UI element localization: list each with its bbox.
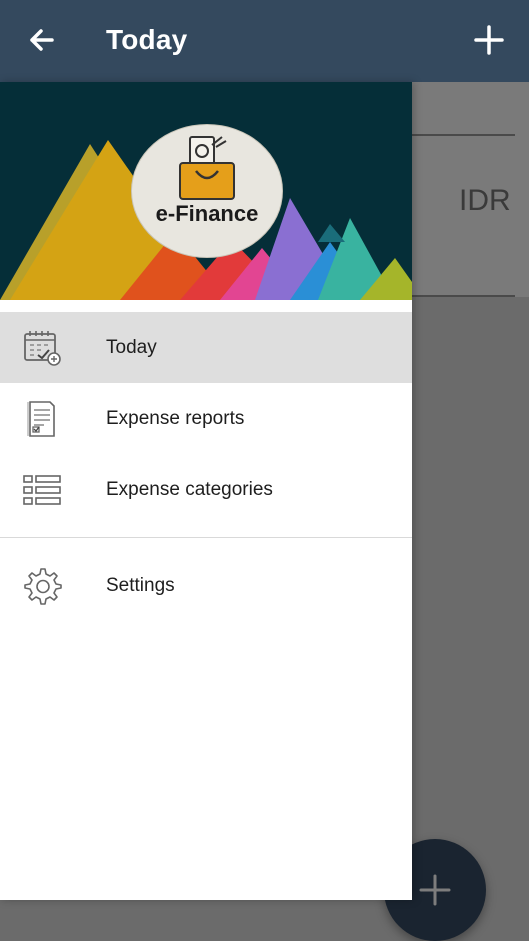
drawer-item-label: Today <box>106 336 157 358</box>
divider <box>412 134 515 136</box>
page-title: Today <box>106 24 188 55</box>
drawer-item-expense-categories[interactable]: Expense categories <box>0 454 412 525</box>
currency-label: IDR <box>459 184 511 217</box>
divider <box>412 295 515 297</box>
app-logo: e-Finance <box>131 124 283 258</box>
plus-icon <box>419 874 451 906</box>
list-icon <box>23 475 61 505</box>
drawer-item-label: Expense reports <box>106 407 245 429</box>
plus-icon[interactable] <box>471 22 507 58</box>
drawer-item-expense-reports[interactable]: Expense reports <box>0 383 412 454</box>
drawer-divider <box>0 537 412 538</box>
report-document-icon <box>27 401 55 437</box>
navigation-drawer: e-Finance Today Expense reports Expense … <box>0 82 412 900</box>
arrow-left-icon[interactable] <box>24 22 60 58</box>
calendar-check-icon <box>24 331 61 366</box>
drawer-item-today[interactable]: Today <box>0 312 412 383</box>
drawer-menu: Today Expense reports Expense categories <box>0 312 412 621</box>
app-name: e-Finance <box>155 201 259 226</box>
shopping-bag-icon <box>179 136 235 200</box>
drawer-item-settings[interactable]: Settings <box>0 550 412 621</box>
drawer-header: e-Finance <box>0 82 412 300</box>
app-bar: Today <box>0 0 529 82</box>
drawer-item-label: Settings <box>106 574 175 596</box>
gear-icon <box>24 568 62 605</box>
drawer-item-label: Expense categories <box>106 478 273 500</box>
